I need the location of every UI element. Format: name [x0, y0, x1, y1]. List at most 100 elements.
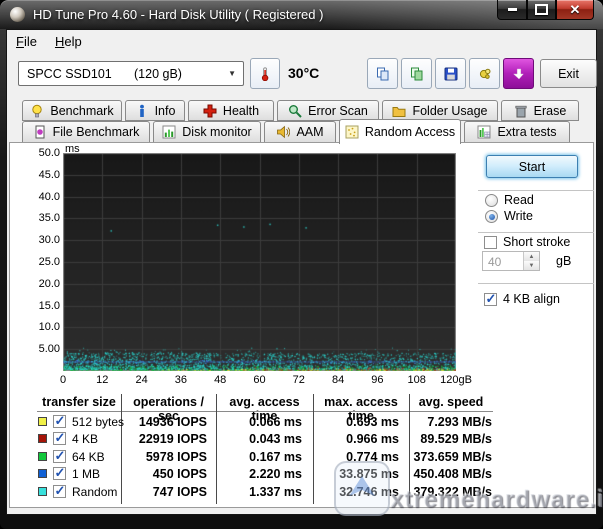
tab-folder-usage[interactable]: Folder Usage — [382, 100, 498, 121]
temperature-button[interactable] — [250, 58, 280, 89]
write-radio[interactable] — [485, 210, 498, 223]
tab-health[interactable]: Health — [188, 100, 274, 121]
series-color-swatch — [38, 487, 47, 496]
avg-speed-value: 450.408 MB/s — [409, 467, 492, 481]
y-axis-labels: 50.045.040.035.030.025.020.015.010.05.00 — [24, 153, 60, 371]
avg-speed-value: 373.659 MB/s — [409, 450, 492, 464]
menu-file[interactable]: File — [7, 31, 46, 52]
x-tick-label: 24 — [135, 374, 147, 386]
x-axis-labels: 01224364860728496108120gB — [10, 374, 570, 388]
series-checkbox[interactable] — [53, 432, 66, 445]
x-tick-label: 120gB — [440, 374, 472, 386]
tab-random-access[interactable]: Random Access — [339, 119, 461, 144]
tab-label: Benchmark — [50, 104, 113, 118]
spin-down-icon[interactable]: ▼ — [524, 261, 539, 270]
maximize-button[interactable] — [527, 0, 556, 20]
series-checkbox[interactable] — [53, 467, 66, 480]
x-tick-label: 48 — [214, 374, 226, 386]
y-tick-label: 15.0 — [39, 300, 60, 312]
copy-image-button[interactable] — [401, 58, 432, 89]
tab-label: Folder Usage — [412, 104, 487, 118]
spinner-buttons[interactable]: ▲▼ — [523, 252, 539, 270]
drive-select[interactable]: SPCC SSD101 (120 gB) ▼ — [18, 61, 244, 86]
start-button[interactable]: Start — [486, 155, 578, 178]
x-tick-label: 12 — [96, 374, 108, 386]
y-tick-label: 45.0 — [39, 169, 60, 181]
series-checkbox[interactable] — [53, 450, 66, 463]
title-bar: HD Tune Pro 4.60 - Hard Disk Utility ( R… — [0, 0, 603, 29]
ops-value: 14936 IOPS — [121, 415, 207, 429]
short-stroke-value: 40 — [488, 255, 501, 269]
max-access-value: 0.693 ms — [313, 415, 399, 429]
caption-buttons: ✕ — [497, 0, 594, 20]
disk-monitor-icon — [162, 125, 176, 139]
align-checkbox[interactable] — [484, 293, 497, 306]
drive-name: SPCC SSD101 — [27, 67, 112, 81]
align-label: 4 KB align — [503, 292, 560, 306]
x-tick-label: 108 — [408, 374, 426, 386]
read-label: Read — [504, 193, 534, 207]
minimize-icon — [508, 8, 517, 11]
tab-label: Erase — [534, 104, 567, 118]
y-tick-label: 10.0 — [39, 321, 60, 333]
separator — [478, 283, 594, 284]
transfer-size-label: Random — [72, 485, 117, 499]
ops-value: 747 IOPS — [121, 485, 207, 499]
tab-row-1: Benchmark Info Health Error Scan Folder … — [22, 100, 579, 121]
avg-access-value: 1.337 ms — [216, 485, 302, 499]
tab-error-scan[interactable]: Error Scan — [277, 100, 379, 121]
trash-icon — [514, 104, 528, 118]
tab-file-benchmark[interactable]: File Benchmark — [22, 121, 150, 143]
series-checkbox[interactable] — [53, 485, 66, 498]
tab-aam[interactable]: AAM — [264, 121, 336, 143]
exit-button[interactable]: Exit — [540, 59, 597, 88]
series-checkbox[interactable] — [53, 415, 66, 428]
folder-icon — [392, 104, 406, 118]
read-radio[interactable] — [485, 194, 498, 207]
minimize-button[interactable] — [497, 0, 527, 20]
chevron-down-icon: ▼ — [228, 69, 236, 78]
short-stroke-size-spinner[interactable]: 40 ▲▼ — [482, 251, 540, 271]
menu-bar: File Help — [7, 30, 91, 52]
avg-access-value: 0.167 ms — [216, 450, 302, 464]
arrow-down-icon — [512, 67, 526, 81]
tab-disk-monitor[interactable]: Disk monitor — [153, 121, 261, 143]
max-access-value: 0.774 ms — [313, 450, 399, 464]
avg-speed-value: 89.529 MB/s — [409, 432, 492, 446]
tab-label: Error Scan — [308, 104, 368, 118]
temperature-value: 30°C — [288, 65, 319, 81]
write-label: Write — [504, 209, 533, 223]
copy-icon — [376, 67, 390, 81]
spin-up-icon[interactable]: ▲ — [524, 252, 539, 261]
avg-access-value: 2.220 ms — [216, 467, 302, 481]
short-stroke-checkbox[interactable] — [484, 236, 497, 249]
save-button[interactable] — [435, 58, 466, 89]
y-tick-label: 40.0 — [39, 191, 60, 203]
short-stroke-unit: gB — [556, 254, 571, 268]
series-color-swatch — [38, 434, 47, 443]
avg-access-value: 0.043 ms — [216, 432, 302, 446]
tools-button[interactable] — [469, 58, 500, 89]
ops-value: 22919 IOPS — [121, 432, 207, 446]
maximize-icon — [535, 4, 548, 15]
tab-extra-tests[interactable]: Extra tests — [464, 121, 570, 143]
y-tick-label: 20.0 — [39, 278, 60, 290]
tab-label: Info — [155, 104, 176, 118]
transfer-size-label: 4 KB — [72, 432, 98, 446]
app-icon — [10, 7, 25, 22]
latency-scatter-chart — [63, 153, 456, 371]
avg-access-value: 0.066 ms — [216, 415, 302, 429]
copy-button[interactable] — [367, 58, 398, 89]
col-header-transfer-size: transfer size — [37, 395, 121, 409]
y-tick-label: 35.0 — [39, 212, 60, 224]
menu-help[interactable]: Help — [46, 31, 91, 52]
close-button[interactable]: ✕ — [556, 0, 594, 20]
x-tick-label: 36 — [175, 374, 187, 386]
tab-benchmark[interactable]: Benchmark — [22, 100, 122, 121]
extra-tests-icon — [477, 125, 491, 139]
update-button[interactable] — [503, 58, 534, 89]
tab-erase[interactable]: Erase — [501, 100, 579, 121]
tab-info[interactable]: Info — [125, 100, 185, 121]
file-benchmark-icon — [33, 125, 47, 139]
info-icon — [135, 104, 149, 118]
